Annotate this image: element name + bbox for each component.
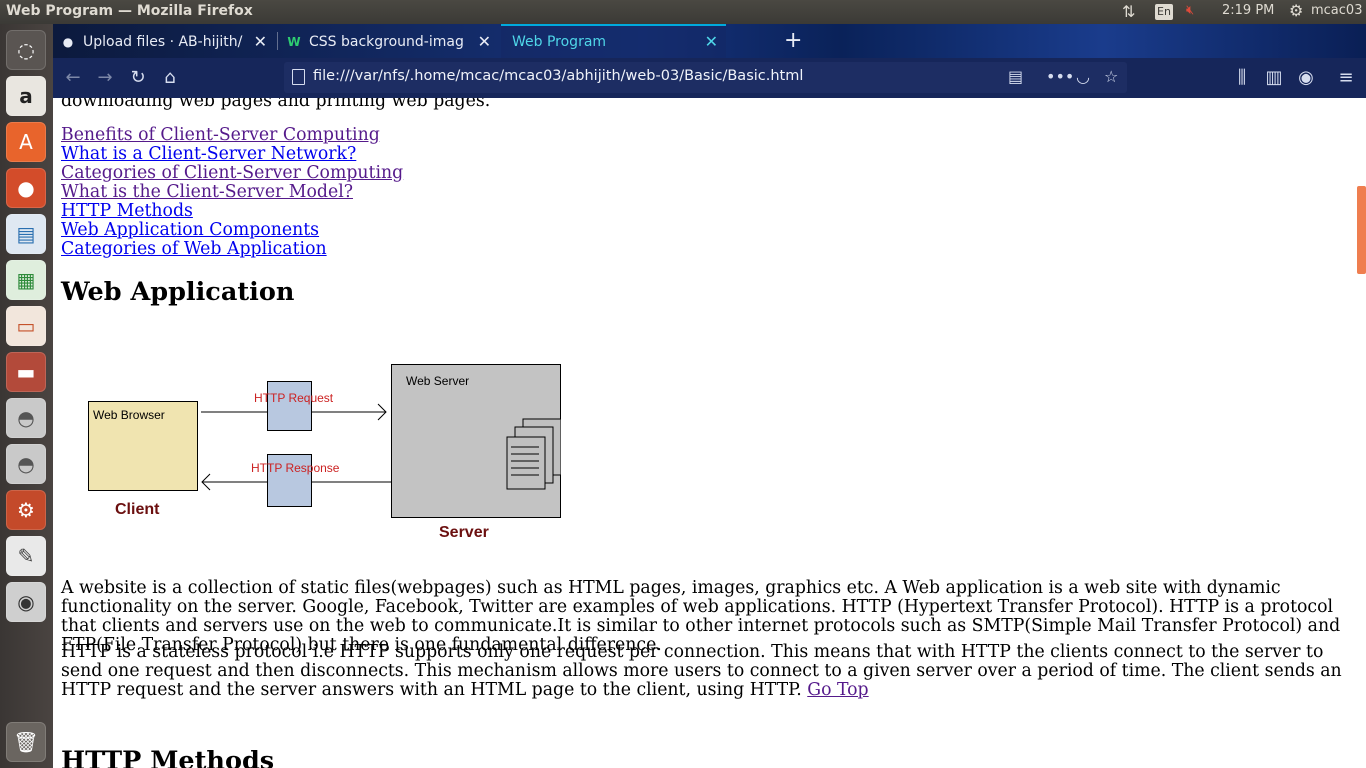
heading-http-methods: HTTP Methods	[61, 746, 275, 768]
network-icon[interactable]: ⇅	[1122, 2, 1135, 21]
amazon-icon[interactable]: a	[6, 76, 46, 116]
menu-icon[interactable]: ≡	[1334, 66, 1358, 90]
clock[interactable]: 2:19 PM	[1222, 3, 1274, 18]
library-icon[interactable]: ⫼	[1230, 66, 1254, 90]
top-panel: Web Program — Mozilla Firefox ⇅ En 🔇︎ 2:…	[0, 0, 1366, 24]
tab-upload-files[interactable]: ● Upload files · AB-hijith/W ✕	[53, 26, 275, 58]
bookmark-star-icon[interactable]: ☆	[1104, 67, 1118, 86]
link-benefits[interactable]: Benefits of Client-Server Computing	[61, 126, 380, 145]
tab-web-program[interactable]: Web Program ✕	[501, 24, 726, 58]
scrollbar-thumb[interactable]	[1357, 186, 1366, 274]
close-icon[interactable]: ✕	[705, 26, 718, 58]
scrollbar[interactable]	[1355, 98, 1366, 768]
volume-muted-icon[interactable]: 🔇︎	[1186, 3, 1194, 18]
heading-web-application: Web Application	[61, 277, 295, 307]
impress-icon[interactable]: ▭	[6, 306, 46, 346]
launcher: ◌ a A ● ▤ ▦ ▭ ▬ ◓ ◓ ⚙ ✎ ◉ 🗑︎	[0, 24, 53, 768]
new-tab-button[interactable]: +	[784, 27, 802, 55]
close-icon[interactable]: ✕	[478, 26, 491, 58]
reload-button[interactable]: ↻	[126, 66, 150, 90]
dash-icon[interactable]: ◌	[6, 30, 46, 70]
link-client-server-model[interactable]: What is the Client-Server Model?	[61, 183, 353, 202]
http-request-label: HTTP Request	[254, 391, 334, 405]
camera-icon[interactable]: ◉	[6, 582, 46, 622]
reader-view-icon[interactable]: ▤	[1008, 67, 1023, 86]
close-icon[interactable]: ✕	[254, 26, 267, 58]
text-editor-icon[interactable]: ✎	[6, 536, 46, 576]
client-caption: Client	[115, 501, 160, 518]
gear-icon[interactable]: ⚙	[1289, 1, 1303, 20]
home-button[interactable]: ⌂	[158, 66, 182, 90]
sidebar-icon[interactable]: ▥	[1262, 66, 1286, 90]
server-caption: Server	[439, 524, 489, 541]
user-name[interactable]: mcac03	[1311, 3, 1362, 18]
disk-2-icon[interactable]: ◓	[6, 444, 46, 484]
more-actions-icon[interactable]: •••	[1046, 67, 1074, 86]
trash-icon[interactable]: 🗑︎	[6, 722, 46, 762]
url-bar[interactable]: file:///var/nfs/.home/mcac/mcac03/abhiji…	[284, 62, 1127, 93]
client-server-diagram: Web Browser HTTP Request HTTP Response W…	[81, 362, 561, 547]
back-button[interactable]: ←	[61, 66, 85, 90]
request-box	[267, 381, 312, 431]
navigation-bar: ← → ↻ ⌂ file:///var/nfs/.home/mcac/mcac0…	[53, 58, 1366, 98]
software-center-icon[interactable]: A	[6, 122, 46, 162]
calc-icon[interactable]: ▦	[6, 260, 46, 300]
writer-icon[interactable]: ▤	[6, 214, 46, 254]
link-client-server-network[interactable]: What is a Client-Server Network?	[61, 145, 356, 164]
link-web-app-components[interactable]: Web Application Components	[61, 221, 319, 240]
link-categories-computing[interactable]: Categories of Client-Server Computing	[61, 164, 403, 183]
disk-icon[interactable]: ◓	[6, 398, 46, 438]
w3schools-icon: W	[287, 35, 301, 49]
page-icon	[292, 69, 305, 85]
url-text[interactable]: file:///var/nfs/.home/mcac/mcac03/abhiji…	[313, 68, 803, 84]
files-icon[interactable]: ▬	[6, 352, 46, 392]
keyboard-language[interactable]: En	[1155, 4, 1173, 20]
tab-bar: ● Upload files · AB-hijith/W ✕ W CSS bac…	[53, 24, 1366, 58]
web-browser-box: Web Browser	[88, 401, 198, 491]
settings-icon[interactable]: ⚙	[6, 490, 46, 530]
link-categories-web-app[interactable]: Categories of Web Application	[61, 240, 327, 259]
go-top-link[interactable]: Go Top	[807, 680, 868, 700]
forward-button[interactable]: →	[93, 66, 117, 90]
paragraph-http: HTTP is a stateless protocol i.e HTTP su…	[61, 642, 1342, 700]
http-response-label: HTTP Response	[251, 461, 340, 475]
cut-paragraph: downloading web pages and printing web p…	[61, 98, 491, 111]
tab-css-background[interactable]: W CSS background-image p ✕	[279, 26, 499, 58]
window-title: Web Program — Mozilla Firefox	[6, 3, 253, 19]
web-page: downloading web pages and printing web p…	[53, 98, 1355, 768]
github-icon: ●	[62, 35, 74, 49]
link-http-methods[interactable]: HTTP Methods	[61, 202, 193, 221]
firefox-icon[interactable]: ●	[6, 168, 46, 208]
pocket-icon[interactable]: ◡	[1076, 67, 1090, 86]
account-icon[interactable]: ◉	[1294, 66, 1318, 90]
